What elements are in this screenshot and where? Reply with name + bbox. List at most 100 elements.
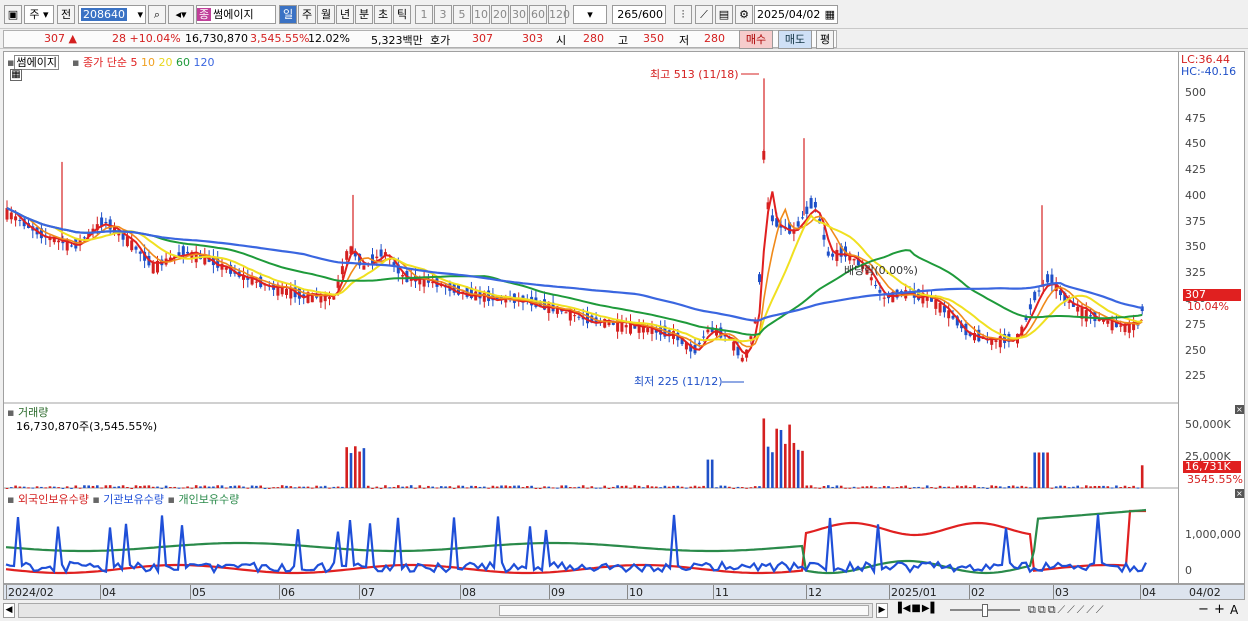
count-value: 265 [617, 8, 639, 21]
candle-body [934, 299, 938, 309]
ma60-label: 60 [175, 56, 190, 69]
market-select[interactable]: 주 ▾ [24, 5, 54, 24]
y-axis[interactable]: LC:36.44 HC:-40.16 225250275300325350375… [1179, 51, 1245, 584]
zoom-out-button[interactable]: − [1198, 602, 1209, 617]
count-input[interactable]: 265/600 [612, 5, 666, 24]
avg-button[interactable]: 평 [816, 30, 834, 49]
speaker-icon[interactable]: ◂▾ [168, 5, 194, 24]
chart-scrollbar[interactable]: ◀ ▶ ▐◀■▶▌ ⧉⧉⧉⟋⟋⟋⟋⟋ − + A [0, 601, 1248, 621]
calendar-icon[interactable]: ▦ [825, 6, 835, 23]
volume-bar [706, 459, 710, 488]
x-tick-line [190, 585, 191, 599]
grid-icon[interactable]: ▦ [10, 69, 22, 81]
interval-button-120[interactable]: 120 [548, 5, 570, 24]
interval-button-20[interactable]: 20 [491, 5, 509, 24]
price-tick-325: 325 [1185, 266, 1206, 280]
candle-body [57, 240, 61, 243]
x-tick-11: 02 [971, 586, 985, 599]
volume-panel-close-icon[interactable]: × [1235, 405, 1244, 414]
volume-bar [57, 487, 60, 489]
scroll-left-button[interactable]: ◀ [3, 603, 15, 618]
search-icon[interactable]: ⌕ [148, 5, 166, 24]
date-input[interactable]: 2025/04/02 ▦ [754, 5, 838, 24]
volume-bar [861, 486, 864, 488]
interval-button-10[interactable]: 10 [472, 5, 490, 24]
candle-body [1119, 325, 1123, 327]
playback-controls[interactable]: ▐◀■▶▌ [894, 603, 942, 618]
individual-holding-label: 개인보유수량 [178, 493, 240, 506]
layout-icon[interactable]: ▣ [4, 5, 22, 24]
period-button-3[interactable]: 년 [336, 5, 354, 24]
candle-body [801, 217, 804, 219]
period-button-2[interactable]: 월 [317, 5, 335, 24]
interval-button-3[interactable]: 3 [434, 5, 452, 24]
volume-bar [878, 487, 882, 489]
chart-area[interactable]: ▪ 썸에이지 ▪ 종가 단순 5 10 20 60 120 ▦ 최고 513 (1… [3, 51, 1180, 584]
auto-scale-button[interactable]: A [1230, 603, 1238, 617]
interval-button-1[interactable]: 1 [415, 5, 433, 24]
volume-bar [659, 487, 662, 489]
sell-button[interactable]: 매도 [778, 30, 812, 49]
prev-button[interactable]: 전 [57, 5, 75, 24]
draw-icon[interactable]: ⟋ [695, 5, 713, 24]
volume-bar [882, 485, 886, 488]
volume-bar [766, 446, 770, 488]
holding-panel-close-icon[interactable]: × [1235, 489, 1244, 498]
x-tick-0: 2024/02 [8, 586, 54, 599]
volume-bar [513, 485, 516, 488]
volume-bar [319, 486, 323, 488]
volume-bar [311, 487, 314, 489]
candle-body [758, 274, 761, 283]
save-icon[interactable]: ▤ [715, 5, 733, 24]
period-button-1[interactable]: 주 [298, 5, 316, 24]
volume-bar [827, 485, 830, 488]
candle-body [809, 198, 813, 209]
stock-name-field[interactable]: 종 썸에이지 [196, 5, 276, 24]
volume-bar [1089, 486, 1092, 488]
interval-dropdown[interactable]: ▾ [573, 5, 607, 24]
candle-body [1046, 274, 1050, 283]
candle-body [822, 234, 826, 240]
zoom-in-button[interactable]: + [1214, 602, 1225, 617]
gear-icon[interactable]: ⚙ [735, 5, 753, 24]
candle-icon[interactable]: ⫶ [674, 5, 692, 24]
volume-bar [280, 485, 284, 488]
period-button-4[interactable]: 분 [355, 5, 373, 24]
volume-bar [74, 485, 78, 488]
volume-bar [384, 485, 387, 488]
x-tick-line [627, 585, 628, 599]
candle-body [9, 212, 13, 220]
volume-bar [285, 485, 288, 488]
interval-button-30[interactable]: 30 [510, 5, 528, 24]
period-button-6[interactable]: 틱 [393, 5, 411, 24]
ma20-label: 20 [158, 56, 173, 69]
scroll-track[interactable] [18, 603, 873, 618]
volume-bar [229, 486, 232, 488]
volume-bar [431, 486, 434, 488]
volume-bar [1024, 486, 1028, 488]
volume-bar [723, 485, 727, 488]
x-axis-end-date: 04/02 [1189, 586, 1221, 599]
volume-bar [973, 485, 976, 488]
volume-bar [1080, 487, 1084, 489]
zoom-slider-thumb[interactable] [982, 604, 988, 617]
buy-button[interactable]: 매수 [739, 30, 773, 49]
period-button-0[interactable]: 일 [279, 5, 297, 24]
volume-bar [259, 485, 262, 488]
volume-bar [194, 485, 198, 488]
high-label: 고 [618, 34, 629, 47]
interval-button-5[interactable]: 5 [453, 5, 471, 24]
volume-bar [775, 428, 778, 488]
volume-bar [788, 424, 791, 488]
volume-bar [530, 485, 533, 488]
volume-bar [444, 486, 447, 488]
candle-body [401, 275, 405, 277]
scroll-thumb[interactable] [499, 605, 869, 616]
volume-bar [354, 446, 357, 488]
institution-holding-label: 기관보유수량 [103, 493, 165, 506]
scroll-right-button[interactable]: ▶ [876, 603, 888, 618]
chart-tool-icons[interactable]: ⧉⧉⧉⟋⟋⟋⟋⟋ [1028, 603, 1106, 617]
code-input[interactable]: 208640 ▾ [78, 5, 146, 24]
interval-button-60[interactable]: 60 [529, 5, 547, 24]
period-button-5[interactable]: 초 [374, 5, 392, 24]
